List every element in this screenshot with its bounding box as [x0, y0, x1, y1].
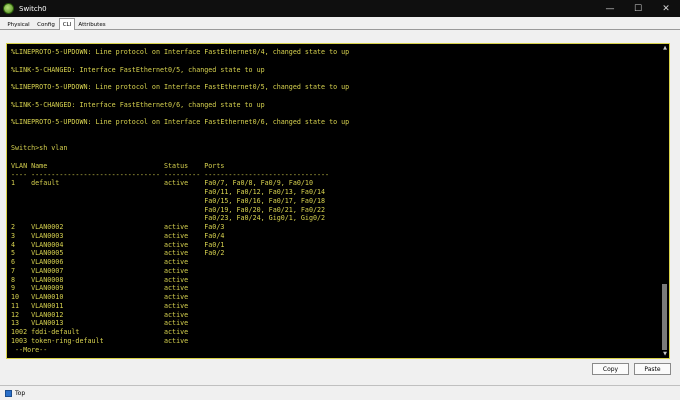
- scrollbar-thumb[interactable]: [662, 284, 667, 350]
- console-output[interactable]: %LINEPROTO-5-UPDOWN: Line protocol on In…: [11, 48, 659, 356]
- scroll-up-arrow-icon[interactable]: ▲: [662, 45, 668, 51]
- tab-bar: Physical Config CLI Attributes: [0, 17, 680, 30]
- tab-config[interactable]: Config: [35, 19, 57, 30]
- window-title: Switch0: [19, 4, 47, 13]
- title-bar: Switch0 — ☐ ✕: [0, 0, 680, 17]
- status-bar: Top: [0, 385, 680, 400]
- tab-cli[interactable]: CLI: [59, 18, 75, 30]
- close-button[interactable]: ✕: [652, 0, 680, 17]
- maximize-button[interactable]: ☐: [624, 0, 652, 17]
- tab-physical[interactable]: Physical: [4, 19, 33, 30]
- copy-button[interactable]: Copy: [592, 363, 629, 375]
- top-checkbox[interactable]: [5, 389, 12, 397]
- minimize-button[interactable]: —: [596, 0, 624, 17]
- window-controls: — ☐ ✕: [596, 0, 680, 17]
- terminal-scrollbar[interactable]: ▲ ▼: [661, 44, 669, 358]
- top-label: Top: [15, 389, 26, 397]
- scroll-down-arrow-icon[interactable]: ▼: [662, 351, 668, 357]
- packet-tracer-app-icon: [3, 3, 14, 14]
- cli-terminal[interactable]: %LINEPROTO-5-UPDOWN: Line protocol on In…: [6, 43, 670, 359]
- paste-button[interactable]: Paste: [634, 363, 671, 375]
- tab-attributes[interactable]: Attributes: [77, 19, 107, 30]
